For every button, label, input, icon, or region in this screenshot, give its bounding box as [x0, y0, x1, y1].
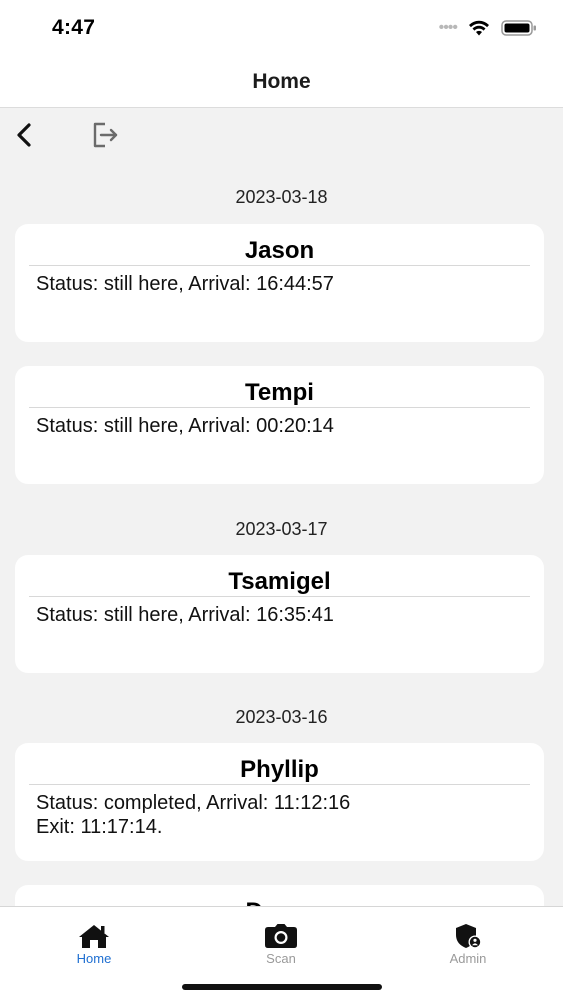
date-header: 2023-03-18 — [235, 187, 328, 207]
visitor-name: Phyllip — [29, 755, 530, 785]
navigation-header: Home — [0, 56, 563, 108]
tab-home[interactable]: Home — [44, 923, 144, 966]
date-header: 2023-03-17 — [235, 519, 328, 539]
home-icon — [79, 925, 109, 948]
tab-admin-label: Admin — [449, 951, 487, 966]
visitor-name: Daura — [29, 897, 530, 906]
visitor-status: Status: completed, Arrival: 11:12:16 Exi… — [36, 792, 351, 838]
toolbar — [0, 108, 563, 164]
tab-scan[interactable]: Scan — [231, 923, 331, 966]
visitor-card[interactable]: Daura — [15, 885, 544, 906]
wifi-icon — [469, 20, 489, 36]
visitor-card[interactable]: Phyllip Status: completed, Arrival: 11:1… — [15, 743, 544, 861]
visit-list[interactable]: 2023-03-18 Jason Status: still here, Arr… — [0, 168, 563, 906]
visitor-card[interactable]: Tempi Status: still here, Arrival: 00:20… — [15, 366, 544, 484]
battery-icon — [501, 20, 536, 36]
tab-scan-label: Scan — [266, 951, 296, 966]
status-time: 4:47 — [52, 16, 96, 39]
home-indicator[interactable] — [182, 984, 382, 990]
status-bar: 4:47 •••• — [0, 0, 563, 56]
status-indicators: •••• — [439, 19, 537, 37]
page-title: Home — [252, 70, 311, 93]
date-header: 2023-03-16 — [235, 707, 328, 727]
visitor-name: Tsamigel — [29, 567, 530, 597]
visitor-status: Status: still here, Arrival: 00:20:14 — [36, 415, 334, 437]
visitor-status: Status: still here, Arrival: 16:35:41 — [36, 604, 334, 626]
visitor-name: Tempi — [29, 378, 530, 408]
admin-shield-icon — [456, 924, 482, 949]
visitor-status: Status: still here, Arrival: 16:44:57 — [36, 273, 334, 295]
camera-icon — [265, 924, 297, 948]
visitor-name: Jason — [29, 236, 530, 266]
visitor-card[interactable]: Jason Status: still here, Arrival: 16:44… — [15, 224, 544, 342]
tab-admin[interactable]: Admin — [418, 923, 518, 966]
visitor-card[interactable]: Tsamigel Status: still here, Arrival: 16… — [15, 555, 544, 673]
cellular-signal-icon: •••• — [438, 19, 458, 36]
logout-icon[interactable] — [90, 120, 120, 150]
back-chevron-icon[interactable] — [10, 120, 40, 150]
tab-home-label: Home — [76, 951, 112, 966]
